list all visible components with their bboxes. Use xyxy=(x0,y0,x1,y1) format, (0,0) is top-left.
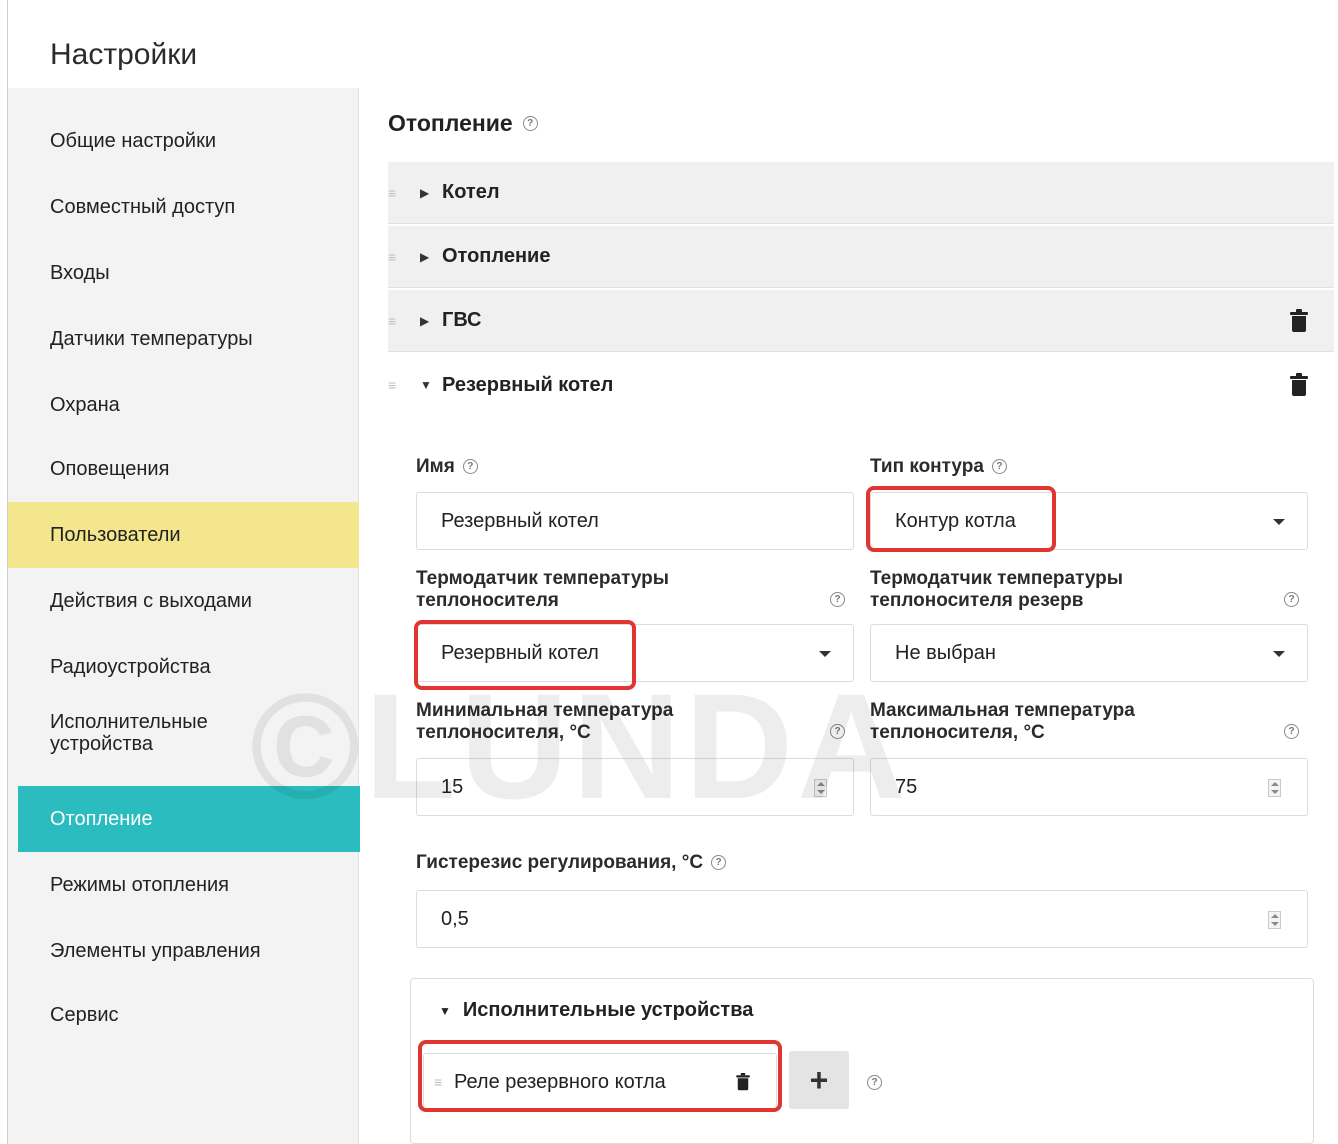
sidebar-item-general[interactable]: Общие настройки xyxy=(8,108,359,174)
caret-down-icon: ▼ xyxy=(420,378,432,392)
actuator-item-label: Реле резервного котла xyxy=(454,1070,666,1093)
add-actuator-button[interactable]: + xyxy=(789,1051,849,1109)
sidebar-item-inputs[interactable]: Входы xyxy=(8,240,359,306)
caret-down-icon: ▼ xyxy=(439,1003,451,1018)
sidebar-item-radio-devices[interactable]: Радиоустройства xyxy=(8,634,359,700)
sidebar-item-shared-access[interactable]: Совместный доступ xyxy=(8,174,359,240)
min-temp-input[interactable]: 15 xyxy=(416,758,854,816)
contour-type-label-text: Тип контура xyxy=(870,456,984,477)
question-circle-icon[interactable]: ? xyxy=(830,724,845,739)
name-input[interactable]: Резервный котел xyxy=(416,492,854,550)
section-title-text: Отопление xyxy=(388,110,513,136)
trash-icon[interactable] xyxy=(736,1073,750,1091)
question-circle-icon[interactable]: ? xyxy=(991,459,1007,475)
hysteresis-label: Гистерезис регулирования, °С? xyxy=(416,852,727,874)
panel-hot-water[interactable]: ≡ ▶ ГВС xyxy=(388,290,1334,352)
question-circle-icon[interactable]: ? xyxy=(1284,724,1299,739)
left-window-edge xyxy=(0,0,8,1144)
sidebar-item-users[interactable]: Пользователи xyxy=(8,502,359,568)
sidebar-item-actuators[interactable]: Исполнительные устройства xyxy=(8,700,258,766)
spinner-icon[interactable] xyxy=(814,779,827,797)
caret-right-icon: ▶ xyxy=(420,249,430,264)
panel-label: Котел xyxy=(442,181,500,203)
spinner-icon[interactable] xyxy=(1268,911,1281,929)
sensor-reserve-label: Термодатчик температуры теплоносителя ре… xyxy=(870,568,1123,611)
trash-icon[interactable] xyxy=(1290,373,1308,396)
actuators-header[interactable]: ▼ Исполнительные устройства xyxy=(439,999,753,1022)
drag-handle-icon[interactable]: ≡ xyxy=(388,377,396,393)
name-label: Имя? xyxy=(416,456,478,478)
question-circle-icon[interactable]: ? xyxy=(830,592,845,607)
sidebar-item-notifications[interactable]: Оповещения xyxy=(8,436,359,502)
sidebar-item-security[interactable]: Охрана xyxy=(8,372,359,438)
drag-handle-icon[interactable]: ≡ xyxy=(388,313,396,329)
caret-right-icon: ▶ xyxy=(420,185,430,200)
panel-heating[interactable]: ≡ ▶ Отопление xyxy=(388,226,1334,288)
drag-handle-icon[interactable]: ≡ xyxy=(388,249,396,265)
question-circle-icon[interactable]: ? xyxy=(867,1075,882,1090)
chevron-down-icon xyxy=(1273,651,1285,657)
sensor-select[interactable]: Резервный котел xyxy=(416,624,854,682)
drag-handle-icon[interactable]: ≡ xyxy=(388,185,396,201)
sensor-label: Термодатчик температуры теплоносителя xyxy=(416,568,669,611)
content-area: Отопление ? ≡ ▶ Котел ≡ ▶ Отопление ≡ ▶ … xyxy=(360,88,1338,1144)
section-title: Отопление ? xyxy=(388,110,538,137)
max-temp-value: 75 xyxy=(895,775,918,798)
hysteresis-value: 0,5 xyxy=(441,907,469,930)
question-circle-icon[interactable]: ? xyxy=(522,116,538,131)
sensor-value: Резервный котел xyxy=(441,641,599,664)
caret-right-icon: ▶ xyxy=(420,313,430,328)
max-temp-label: Максимальная температура теплоносителя, … xyxy=(870,700,1135,743)
chevron-down-icon xyxy=(1273,519,1285,525)
panel-label: ГВС xyxy=(442,309,482,331)
name-label-text: Имя xyxy=(416,456,455,477)
actuator-item[interactable]: ≡ Реле резервного котла xyxy=(423,1053,777,1111)
question-circle-icon[interactable]: ? xyxy=(711,855,727,871)
chevron-down-icon xyxy=(819,651,831,657)
actuators-panel: ▼ Исполнительные устройства ≡ Реле резер… xyxy=(410,978,1314,1144)
sidebar: Общие настройки Совместный доступ Входы … xyxy=(8,88,368,1144)
spinner-icon[interactable] xyxy=(1268,779,1281,797)
question-circle-icon[interactable]: ? xyxy=(1284,592,1299,607)
sidebar-item-heating[interactable]: Отопление xyxy=(18,786,368,852)
trash-icon[interactable] xyxy=(1290,308,1308,332)
actuators-title: Исполнительные устройства xyxy=(462,999,754,1021)
hysteresis-input[interactable]: 0,5 xyxy=(416,890,1308,948)
question-circle-icon[interactable]: ? xyxy=(462,459,478,475)
sensor-reserve-select[interactable]: Не выбран xyxy=(870,624,1308,682)
panel-reserve-boiler-header[interactable]: ≡ ▼ Резервный котел xyxy=(388,354,1334,416)
contour-type-select[interactable]: Контур котла xyxy=(870,492,1308,550)
contour-type-label: Тип контура? xyxy=(870,456,1007,478)
sidebar-item-heating-modes[interactable]: Режимы отопления xyxy=(8,852,359,918)
sidebar-item-temp-sensors[interactable]: Датчики температуры xyxy=(8,306,359,372)
min-temp-label: Минимальная температура теплоносителя, °… xyxy=(416,700,674,743)
sidebar-item-service[interactable]: Сервис xyxy=(8,982,359,1048)
page-title: Настройки xyxy=(50,38,198,71)
min-temp-value: 15 xyxy=(441,775,464,798)
sidebar-item-controls[interactable]: Элементы управления xyxy=(8,918,359,984)
hysteresis-label-text: Гистерезис регулирования, °С xyxy=(416,852,704,873)
sensor-reserve-value: Не выбран xyxy=(895,641,996,664)
contour-type-value: Контур котла xyxy=(895,509,1016,532)
max-temp-input[interactable]: 75 xyxy=(870,758,1308,816)
panel-label: Резервный котел xyxy=(442,373,614,396)
panel-boiler[interactable]: ≡ ▶ Котел xyxy=(388,162,1334,224)
panel-label: Отопление xyxy=(442,245,551,267)
drag-handle-icon[interactable]: ≡ xyxy=(434,1074,442,1090)
sidebar-item-output-actions[interactable]: Действия с выходами xyxy=(8,568,359,634)
